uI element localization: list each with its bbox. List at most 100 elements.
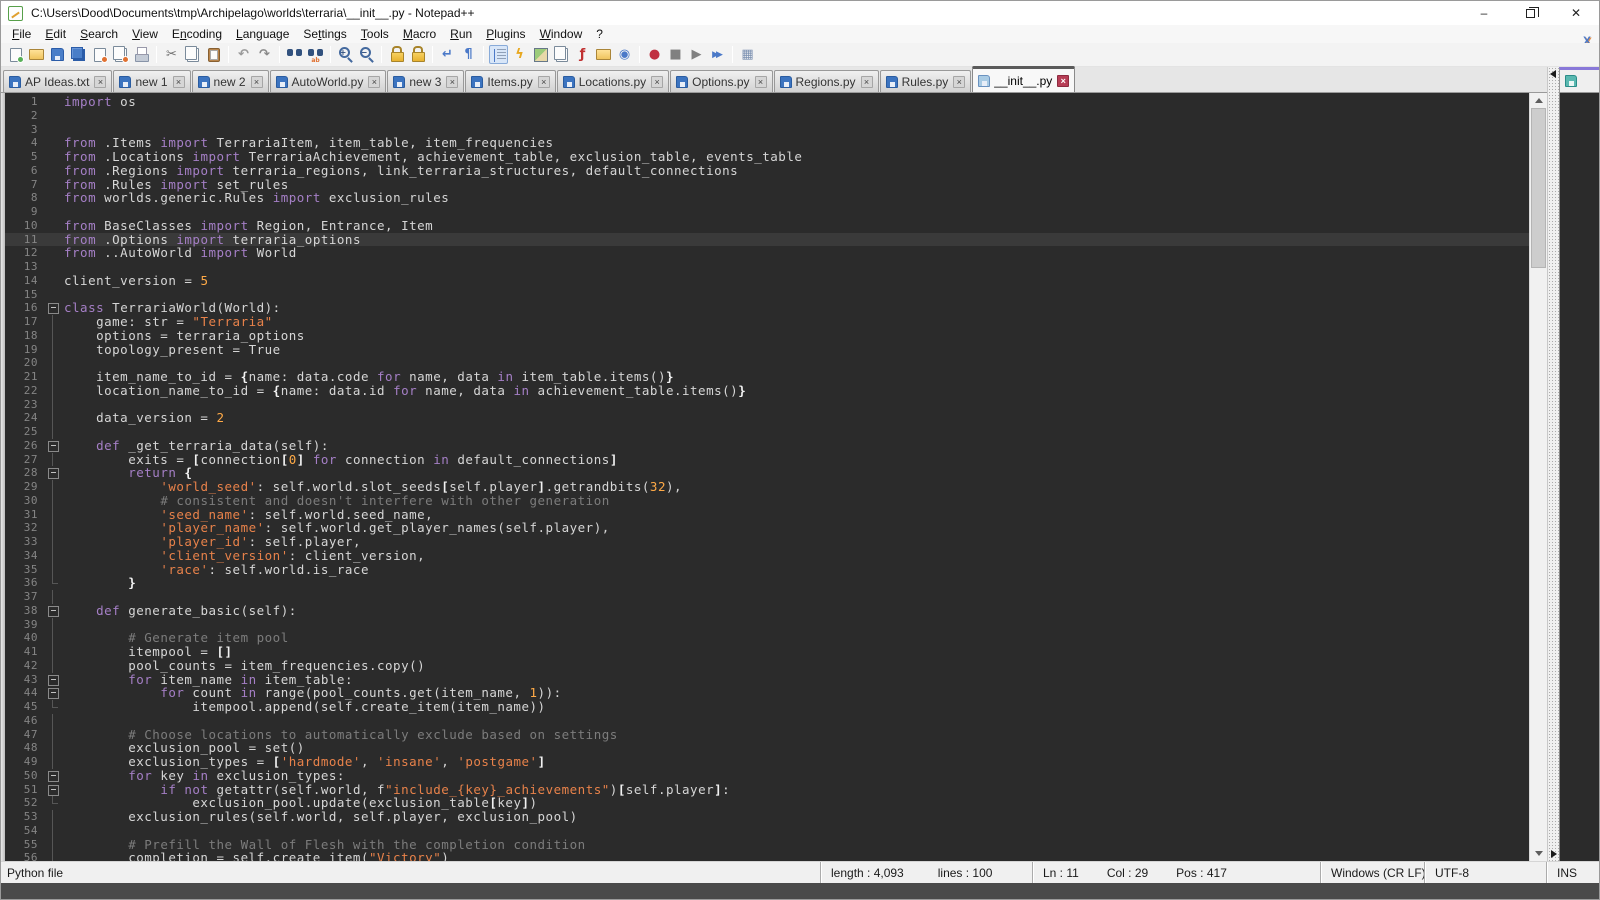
menu-item-search[interactable]: Search — [73, 26, 125, 42]
function-list-icon[interactable]: ƒ — [573, 45, 592, 64]
fold-marker-icon[interactable] — [45, 301, 61, 315]
code-line[interactable]: 24 data_version = 2 — [5, 411, 1529, 425]
menu-item-edit[interactable]: Edit — [38, 26, 73, 42]
code-line[interactable]: 30 # consistent and doesn't interfere wi… — [5, 494, 1529, 508]
copy-icon[interactable] — [183, 45, 202, 64]
document-switcher-icon[interactable] — [552, 45, 571, 64]
paste-icon[interactable] — [204, 45, 223, 64]
fold-marker-icon[interactable] — [45, 466, 61, 480]
code-line[interactable]: 7from .Rules import set_rules — [5, 178, 1529, 192]
redo-icon[interactable]: ↷ — [255, 45, 274, 64]
status-encoding[interactable]: UTF-8 — [1424, 862, 1546, 883]
code-line[interactable]: 50 for key in exclusion_types: — [5, 769, 1529, 783]
code-line[interactable]: 48 exclusion_pool = set() — [5, 741, 1529, 755]
code-line[interactable]: 27 exits = [connection[0] for connection… — [5, 453, 1529, 467]
menu-item-help[interactable]: ? — [589, 26, 610, 42]
code-line[interactable]: 11from .Options import terraria_options — [5, 233, 1529, 247]
code-line[interactable]: 20 — [5, 356, 1529, 370]
undo-icon[interactable]: ↶ — [234, 45, 253, 64]
code-line[interactable]: 51 if not getattr(self.world, f"include_… — [5, 783, 1529, 797]
code-area[interactable]: 1import os234from .Items import Terraria… — [5, 93, 1529, 861]
code-line[interactable]: 37 — [5, 590, 1529, 604]
menu-item-file[interactable]: File — [5, 26, 38, 42]
fold-marker-icon[interactable] — [45, 686, 61, 700]
folder-as-workspace-icon[interactable] — [594, 45, 613, 64]
tab-close-icon[interactable]: × — [861, 76, 873, 88]
code-line[interactable]: 52 exclusion_pool.update(exclusion_table… — [5, 796, 1529, 810]
zoom-in-icon[interactable]: + — [336, 45, 355, 64]
monitoring-icon[interactable]: ◉ — [615, 45, 634, 64]
secondary-view-tab[interactable] — [1559, 67, 1599, 93]
splitter-left-arrow-icon[interactable] — [1550, 70, 1556, 78]
tab-close-icon[interactable]: × — [94, 76, 106, 88]
code-line[interactable]: 45 itempool.append(self.create_item(item… — [5, 700, 1529, 714]
sync-vertical-scroll-icon[interactable] — [387, 45, 406, 64]
close-button[interactable]: ✕ — [1553, 1, 1599, 25]
code-line[interactable]: 3 — [5, 123, 1529, 137]
tab-ap-ideas-txt[interactable]: AP Ideas.txt× — [3, 70, 112, 92]
tab-new-1[interactable]: new 1× — [113, 70, 190, 92]
tab-new-2[interactable]: new 2× — [192, 70, 269, 92]
tab-close-icon[interactable]: × — [755, 76, 767, 88]
code-line[interactable]: 13 — [5, 260, 1529, 274]
fold-marker-icon[interactable] — [45, 769, 61, 783]
code-line[interactable]: 39 — [5, 618, 1529, 632]
word-wrap-icon[interactable]: ↵ — [438, 45, 457, 64]
close-document-icon[interactable] — [90, 45, 109, 64]
code-line[interactable]: 6from .Regions import terraria_regions, … — [5, 164, 1529, 178]
code-line[interactable]: 38 def generate_basic(self): — [5, 604, 1529, 618]
view-splitter[interactable] — [1547, 67, 1559, 861]
vertical-scrollbar[interactable] — [1529, 93, 1547, 861]
fold-marker-icon[interactable] — [45, 604, 61, 618]
function-completion-icon[interactable]: ϟ — [510, 45, 529, 64]
code-line[interactable]: 2 — [5, 109, 1529, 123]
tab-rules-py[interactable]: Rules.py× — [880, 70, 972, 92]
fold-marker-icon[interactable] — [45, 439, 61, 453]
menu-item-run[interactable]: Run — [443, 26, 479, 42]
code-line[interactable]: 17 game: str = "Terraria" — [5, 315, 1529, 329]
tab-close-icon[interactable]: × — [651, 76, 663, 88]
secondary-editor[interactable] — [1559, 93, 1599, 861]
code-line[interactable]: 34 'client_version': client_version, — [5, 549, 1529, 563]
macro-run-multiple-icon[interactable]: ▶▶ — [708, 45, 727, 64]
code-line[interactable]: 25 — [5, 425, 1529, 439]
code-line[interactable]: 10from BaseClasses import Region, Entran… — [5, 219, 1529, 233]
code-line[interactable]: 36 } — [5, 576, 1529, 590]
code-line[interactable]: 18 options = terraria_options — [5, 329, 1529, 343]
code-line[interactable]: 15 — [5, 288, 1529, 302]
indent-guide-icon[interactable] — [489, 45, 508, 64]
menu-item-plugins[interactable]: Plugins — [479, 26, 532, 42]
status-eol-format[interactable]: Windows (CR LF) — [1320, 862, 1424, 883]
macro-play-icon[interactable]: ▶ — [687, 45, 706, 64]
tab-regions-py[interactable]: Regions.py× — [774, 70, 879, 92]
tab-locations-py[interactable]: Locations.py× — [557, 70, 669, 92]
code-line[interactable]: 42 pool_counts = item_frequencies.copy() — [5, 659, 1529, 673]
sync-horizontal-scroll-icon[interactable] — [408, 45, 427, 64]
maximize-button[interactable] — [1507, 1, 1553, 25]
code-line[interactable]: 4from .Items import TerrariaItem, item_t… — [5, 136, 1529, 150]
code-line[interactable]: 14client_version = 5 — [5, 274, 1529, 288]
code-line[interactable]: 33 'player_id': self.player, — [5, 535, 1529, 549]
code-line[interactable]: 43 for item_name in item_table: — [5, 673, 1529, 687]
code-line[interactable]: 41 itempool = [] — [5, 645, 1529, 659]
tab-close-icon[interactable]: × — [368, 76, 380, 88]
code-line[interactable]: 9 — [5, 205, 1529, 219]
fold-marker-icon[interactable] — [45, 783, 61, 797]
scrollbar-thumb[interactable] — [1531, 108, 1546, 268]
zoom-out-icon[interactable]: − — [357, 45, 376, 64]
code-line[interactable]: 23 — [5, 398, 1529, 412]
edit-toolbar-icon[interactable]: ▦ — [738, 45, 757, 64]
tab-new-3[interactable]: new 3× — [387, 70, 464, 92]
code-line[interactable]: 8from worlds.generic.Rules import exclus… — [5, 191, 1529, 205]
document-map-icon[interactable] — [531, 45, 550, 64]
code-line[interactable]: 46 — [5, 714, 1529, 728]
code-line[interactable]: 54 — [5, 824, 1529, 838]
code-line[interactable]: 32 'player_name': self.world.get_player_… — [5, 521, 1529, 535]
new-file-icon[interactable] — [6, 45, 25, 64]
menu-item-settings[interactable]: Settings — [296, 26, 353, 42]
tab-autoworld-py[interactable]: AutoWorld.py× — [270, 70, 387, 92]
code-line[interactable]: 44 for count in range(pool_counts.get(it… — [5, 686, 1529, 700]
tab-items-py[interactable]: Items.py× — [465, 70, 555, 92]
menu-item-view[interactable]: View — [125, 26, 165, 42]
code-line[interactable]: 47 # Choose locations to automatically e… — [5, 728, 1529, 742]
